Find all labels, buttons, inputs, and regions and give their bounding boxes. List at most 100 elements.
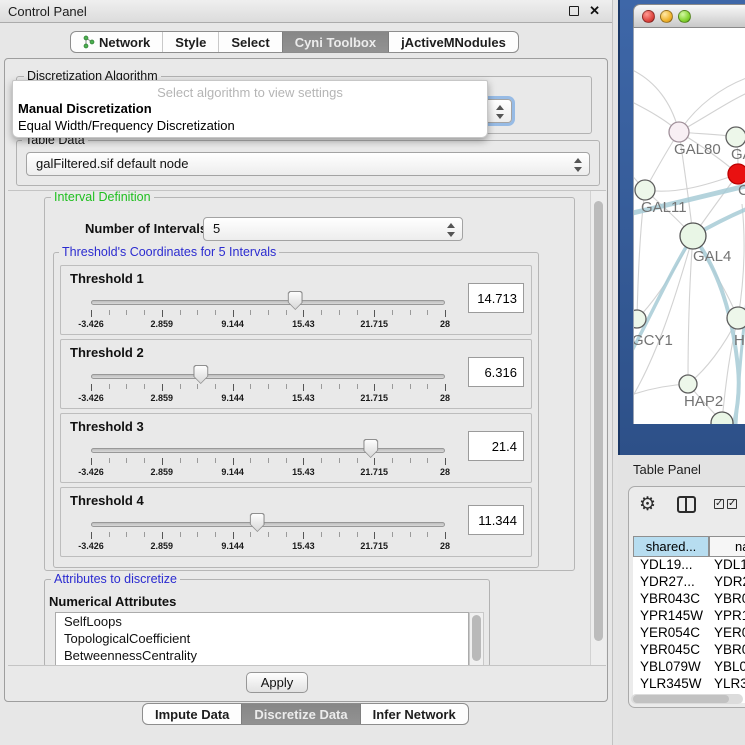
tab-jactivemnodules[interactable]: jActiveMNodules (388, 32, 518, 52)
network-canvas[interactable]: GAL80GACGAL11GAL4GCY1HHAP2 (633, 28, 745, 424)
threshold-slider-thumb[interactable] (250, 513, 265, 532)
control-panel-titlebar: Control Panel ✕ (0, 0, 612, 23)
tick-label: 15.43 (292, 541, 315, 551)
table-row[interactable]: YBL079WYBL0 (633, 659, 745, 676)
threshold-value-field[interactable]: 11.344 (468, 505, 524, 535)
table-row[interactable]: YDR27...YDR2 (633, 574, 745, 591)
table-row[interactable]: YBR045CYBR0 (633, 642, 745, 659)
node-label-gal4: GAL4 (693, 248, 731, 265)
tab-discretize-data[interactable]: Discretize Data (241, 704, 359, 724)
table-horizontal-scrollbar[interactable] (631, 694, 743, 704)
table-cell[interactable]: YLR3 (709, 676, 745, 691)
table-cell[interactable]: YDR27... (633, 574, 709, 589)
algorithm-popup-hint: Select algorithm to view settings (13, 85, 487, 100)
table-cell[interactable]: YPR145W (633, 608, 709, 623)
apply-button[interactable]: Apply (246, 672, 308, 693)
node-label-c: C (738, 182, 745, 199)
tick-label: 2.859 (151, 319, 174, 329)
slider-ticks (91, 384, 445, 392)
threshold-value-field[interactable]: 14.713 (468, 283, 524, 313)
close-icon[interactable]: ✕ (589, 3, 600, 19)
network-node-ga[interactable] (726, 127, 745, 147)
tab-network[interactable]: Network (71, 32, 162, 52)
table-cell[interactable]: YER054C (633, 625, 709, 640)
tab-cyni-toolbox[interactable]: Cyni Toolbox (282, 32, 388, 52)
tick-label: 9.144 (221, 393, 244, 403)
popup-item-equal-width-frequency-discretization[interactable]: Equal Width/Frequency Discretization (18, 118, 235, 133)
network-node-gcy1[interactable] (634, 310, 646, 328)
zoom-traffic-light[interactable] (678, 10, 691, 23)
table-data-combo[interactable]: galFiltered.sif default node (26, 152, 590, 176)
tick-label: 9.144 (221, 319, 244, 329)
network-node-c[interactable] (728, 164, 745, 184)
network-node-gal11[interactable] (635, 180, 655, 200)
settings-vertical-scrollbar[interactable] (590, 191, 606, 666)
tick-label: -3.426 (78, 319, 104, 329)
tab-select[interactable]: Select (218, 32, 281, 52)
slider-tick-labels: -3.4262.8599.14415.4321.71528 (91, 541, 445, 553)
tab-infer-network[interactable]: Infer Network (360, 704, 468, 724)
checkbox-icon[interactable]: ✓ (727, 499, 737, 509)
table-row[interactable]: YPR145WYPR1 (633, 608, 745, 625)
attribute-item-betweennesscentrality[interactable]: BetweennessCentrality (56, 647, 468, 664)
column-header-name[interactable]: na (709, 536, 745, 557)
interval-definition-group: Interval Definition Number of Intervals … (44, 197, 575, 571)
minimize-traffic-light[interactable] (660, 10, 673, 23)
table-cell[interactable]: YDR2 (709, 574, 745, 589)
tab-label: Cyni Toolbox (295, 35, 376, 50)
control-panel-title: Control Panel (8, 4, 87, 19)
attribute-item-selfloops[interactable]: SelfLoops (56, 613, 468, 630)
table-cell[interactable]: YBR0 (709, 591, 745, 606)
numerical-attributes-list[interactable]: SelfLoopsTopologicalCoefficientBetweenne… (55, 612, 469, 666)
threshold-value-field[interactable]: 21.4 (468, 431, 524, 461)
network-node-hap2[interactable] (679, 375, 697, 393)
table-cell[interactable]: YDL19... (633, 557, 709, 572)
table-cell[interactable]: YER0 (709, 625, 745, 640)
attributes-list-scrollbar[interactable] (469, 612, 484, 666)
threshold-slider-track[interactable] (91, 300, 445, 305)
threshold-slider-thumb[interactable] (193, 365, 208, 384)
number-of-intervals-combo[interactable]: 5 (203, 217, 463, 241)
table-cell[interactable]: YPR1 (709, 608, 745, 623)
table-cell[interactable]: YLR345W (633, 676, 709, 691)
network-nodes[interactable] (634, 122, 745, 424)
table-toolbar: ⚙ ✓ ✓ (630, 493, 745, 519)
slider-tick-labels: -3.4262.8599.14415.4321.71528 (91, 393, 445, 405)
column-header-shared[interactable]: shared... (633, 536, 709, 557)
combo-arrows-icon (447, 222, 455, 238)
table-row[interactable]: YER054CYER0 (633, 625, 745, 642)
threshold-slider-track[interactable] (91, 374, 445, 379)
tab-label: jActiveMNodules (401, 35, 506, 50)
table-cell[interactable]: YBL079W (633, 659, 709, 674)
tab-label: Style (175, 35, 206, 50)
node-label-hap2: HAP2 (684, 393, 723, 410)
table-cell[interactable]: YDL1 (709, 557, 745, 572)
tab-impute-data[interactable]: Impute Data (143, 704, 241, 724)
table-row[interactable]: YLR345WYLR3 (633, 676, 745, 693)
network-node-gal4[interactable] (680, 223, 706, 249)
network-node-h[interactable] (727, 307, 745, 329)
threshold-slider-track[interactable] (91, 522, 445, 527)
float-window-icon[interactable] (569, 6, 579, 16)
table-row[interactable]: YDL19...YDL1 (633, 557, 745, 574)
table-cell[interactable]: YBR045C (633, 642, 709, 657)
checkbox-icon[interactable]: ✓ (714, 499, 724, 509)
numerical-attributes-label: Numerical Attributes (49, 594, 176, 609)
threshold-slider-thumb[interactable] (363, 439, 378, 458)
settings-scroll-region: Interval Definition Number of Intervals … (8, 190, 606, 666)
table-cell[interactable]: YBR0 (709, 642, 745, 657)
network-node-gal80[interactable] (669, 122, 689, 142)
columns-icon[interactable] (677, 496, 696, 513)
gear-icon[interactable]: ⚙ (639, 493, 656, 516)
threshold-value-field[interactable]: 6.316 (468, 357, 524, 387)
threshold-slider-track[interactable] (91, 448, 445, 453)
tab-style[interactable]: Style (162, 32, 218, 52)
close-traffic-light[interactable] (642, 10, 655, 23)
threshold-slider-thumb[interactable] (288, 291, 303, 310)
table-cell[interactable]: YBR043C (633, 591, 709, 606)
table-cell[interactable]: YBL0 (709, 659, 745, 674)
attribute-item-topologicalcoefficient[interactable]: TopologicalCoefficient (56, 630, 468, 647)
network-icon (83, 35, 95, 49)
popup-item-manual-discretization[interactable]: Manual Discretization (18, 101, 152, 116)
table-row[interactable]: YBR043CYBR0 (633, 591, 745, 608)
